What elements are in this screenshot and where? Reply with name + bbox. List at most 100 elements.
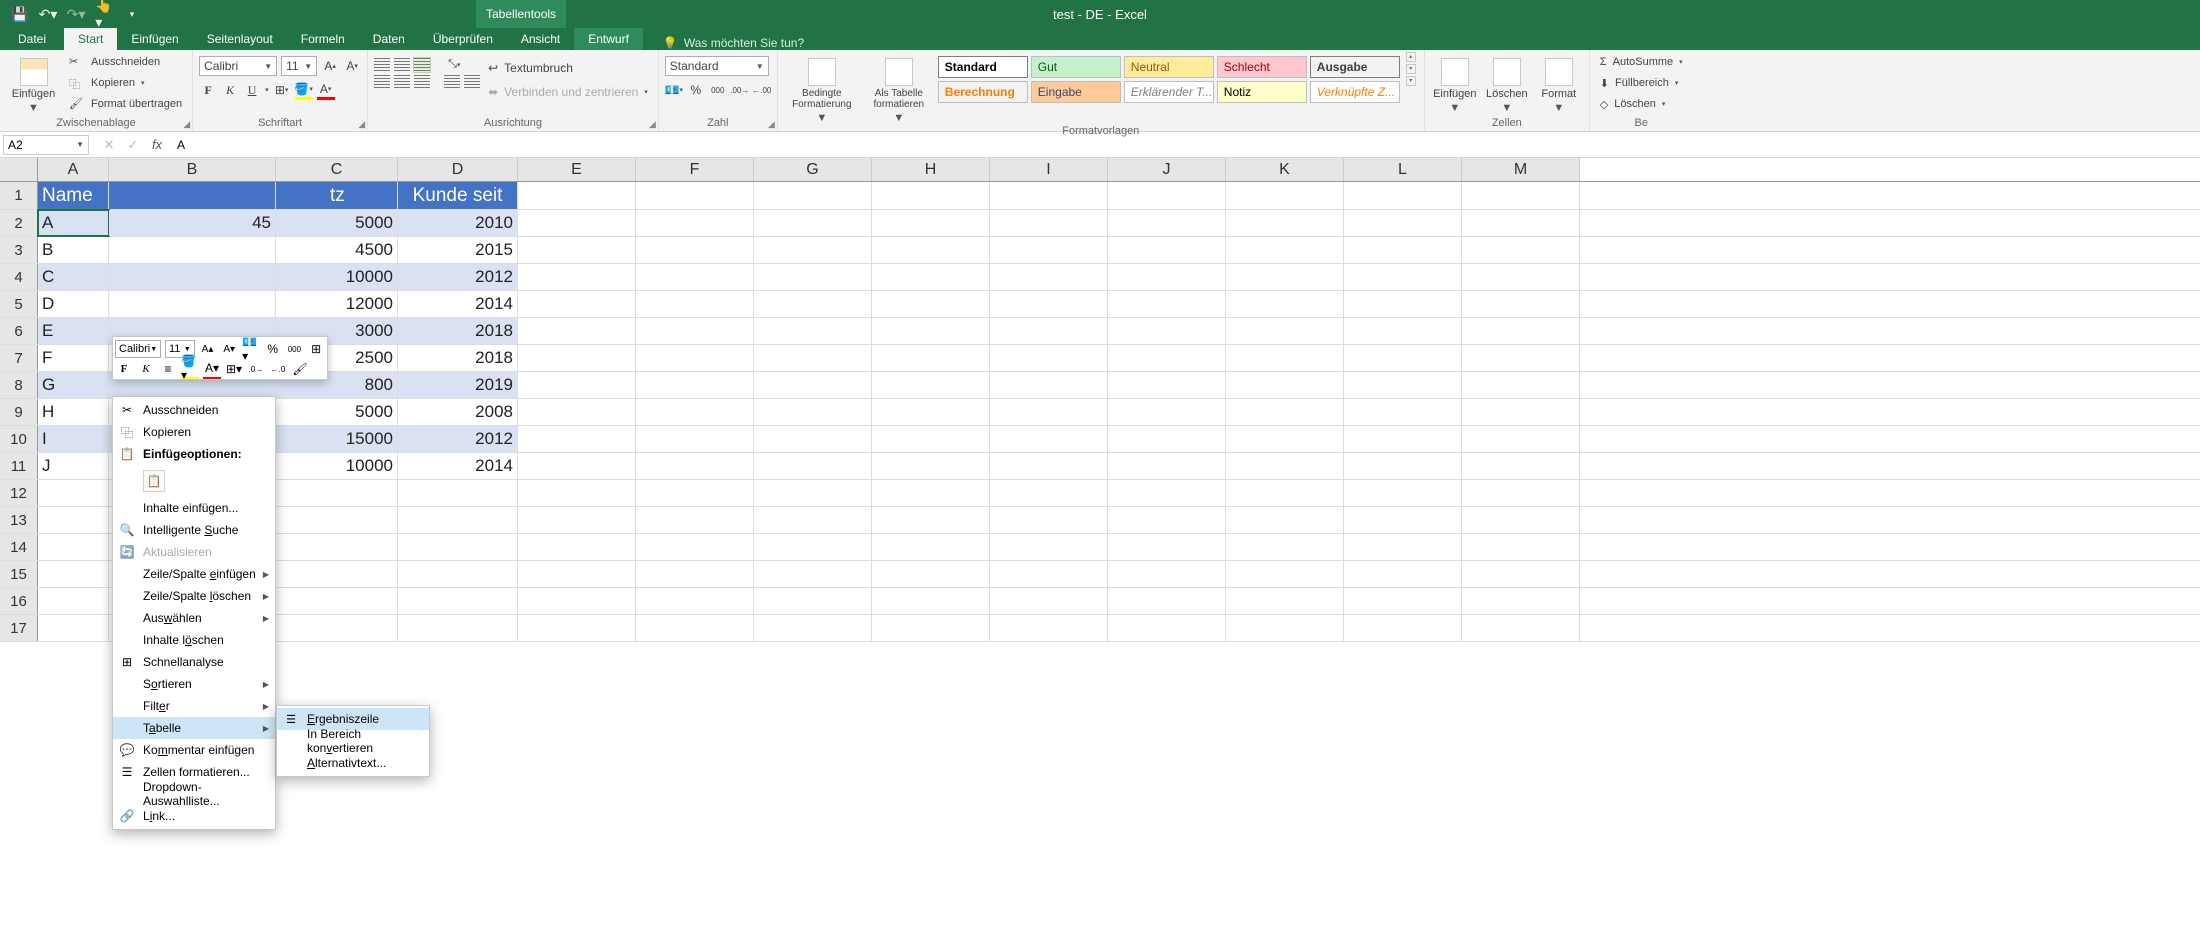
mini-fill-color-button[interactable]: 🪣▾ [181,359,199,379]
mini-bold-button[interactable]: F [115,359,133,379]
ctx-copy[interactable]: ⿻Kopieren [113,421,275,443]
cut-button[interactable]: ✂Ausschneiden [65,52,186,72]
cell[interactable]: Kunde seit [398,182,518,209]
cell[interactable] [518,318,636,344]
row-header-1[interactable]: 1 [0,182,38,209]
cell[interactable] [754,426,872,452]
cell[interactable] [1462,453,1580,479]
fill-button[interactable]: ⬇Füllbereich ▾ [1596,73,1687,93]
style-cell-verkn-pfte-z-[interactable]: Verknüpfte Z... [1310,81,1400,103]
tab-layout[interactable]: Seitenlayout [193,28,287,50]
cell[interactable] [1108,507,1226,533]
cell[interactable] [109,182,276,209]
percent-format-button[interactable]: % [687,80,705,100]
cell[interactable] [1344,399,1462,425]
cell[interactable]: G [38,372,109,398]
cell[interactable]: 45 [109,210,276,236]
format-cells-button[interactable]: Format▼ [1535,52,1583,114]
cell[interactable]: H [38,399,109,425]
cell[interactable] [1344,372,1462,398]
increase-indent-button[interactable] [464,75,480,89]
cell[interactable] [636,182,754,209]
cell[interactable] [1226,237,1344,263]
underline-button[interactable]: U [243,80,261,100]
align-left-button[interactable] [374,75,390,89]
tab-design[interactable]: Entwurf [574,28,643,50]
col-header-C[interactable]: C [276,158,398,181]
row-header-5[interactable]: 5 [0,291,38,317]
cell[interactable]: 2018 [398,318,518,344]
cell[interactable] [518,453,636,479]
cell[interactable]: 2018 [398,345,518,371]
col-header-G[interactable]: G [754,158,872,181]
cell[interactable]: B [38,237,109,263]
cell[interactable] [518,561,636,587]
chevron-down-icon[interactable]: ▼ [76,140,84,149]
row-header-7[interactable]: 7 [0,345,38,371]
col-header-A[interactable]: A [38,158,109,181]
cell[interactable] [990,588,1108,614]
cell[interactable] [1226,615,1344,641]
cell[interactable] [1462,561,1580,587]
cell[interactable] [636,345,754,371]
cell[interactable]: 2014 [398,453,518,479]
font-color-button[interactable]: A▾ [317,80,335,100]
cell[interactable] [1226,426,1344,452]
cell[interactable] [1108,453,1226,479]
cell[interactable] [754,372,872,398]
cell[interactable] [1226,399,1344,425]
cell[interactable] [518,372,636,398]
cell[interactable] [1108,588,1226,614]
cell[interactable] [872,480,990,506]
cell[interactable] [398,588,518,614]
cell[interactable] [1462,264,1580,290]
row-header-16[interactable]: 16 [0,588,38,614]
cell[interactable] [636,453,754,479]
bold-button[interactable]: F [199,80,217,100]
cell[interactable] [1344,480,1462,506]
cell[interactable] [1462,507,1580,533]
ctx-insert-comment[interactable]: 💬Kommentar einfügen [113,739,275,761]
decrease-indent-button[interactable] [444,75,460,89]
insert-cells-button[interactable]: Einfügen▼ [1431,52,1479,114]
cell[interactable] [1226,453,1344,479]
col-header-K[interactable]: K [1226,158,1344,181]
cell[interactable] [1108,318,1226,344]
row-header-9[interactable]: 9 [0,399,38,425]
mini-accounting-button[interactable]: 💶▾ [242,339,260,359]
cell[interactable] [276,480,398,506]
cell[interactable] [1108,372,1226,398]
cell-styles-gallery[interactable]: StandardGutNeutralSchlechtAusgabeBerechn… [938,52,1400,103]
cell[interactable] [518,480,636,506]
font-name-combo[interactable]: Calibri▼ [199,56,277,76]
mini-align-button[interactable]: ≡ [159,359,177,379]
cell[interactable] [990,615,1108,641]
cell[interactable] [1344,507,1462,533]
cell[interactable] [636,588,754,614]
cell[interactable] [990,291,1108,317]
ctx-paste-special[interactable]: Inhalte einfügen... [113,497,275,519]
gallery-scroll[interactable]: ▴ ▾ ▾ [1404,52,1418,86]
cell[interactable]: 15000 [276,426,398,452]
cell[interactable] [636,426,754,452]
cell[interactable]: 12000 [276,291,398,317]
cell[interactable] [1226,534,1344,560]
row-header-15[interactable]: 15 [0,561,38,587]
mini-inc-decimal-button[interactable]: .0→ [247,359,265,379]
cell[interactable] [872,318,990,344]
cell[interactable] [1462,210,1580,236]
merge-center-button[interactable]: ⬌Verbinden und zentrieren ▾ [484,82,652,102]
col-header-E[interactable]: E [518,158,636,181]
copy-button[interactable]: ⿻Kopieren ▾ [65,73,186,93]
cell[interactable] [990,237,1108,263]
cell[interactable] [38,561,109,587]
cell[interactable] [398,534,518,560]
cell[interactable] [518,345,636,371]
format-painter-button[interactable]: 🖌Format übertragen [65,94,186,114]
cell[interactable] [1226,182,1344,209]
cell[interactable] [754,210,872,236]
cell[interactable] [1462,318,1580,344]
cell[interactable]: 2008 [398,399,518,425]
cell[interactable] [872,399,990,425]
cell[interactable] [1108,426,1226,452]
